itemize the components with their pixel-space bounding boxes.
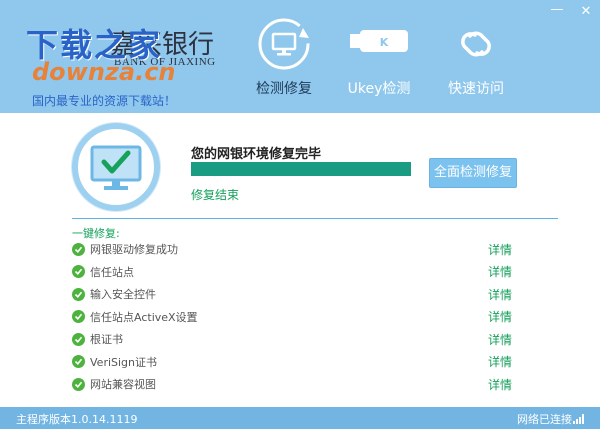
check-circle-icon <box>72 377 85 391</box>
list-item: VeriSign证书 详情 <box>72 351 542 374</box>
section-divider <box>72 218 558 219</box>
monitor-check-badge <box>72 123 160 211</box>
list-item: 网站兼容视图 详情 <box>72 373 542 396</box>
version-label: 主程序版本1.0.14.1119 <box>16 413 138 426</box>
tab-ukey-detect[interactable]: K Ukey检测 <box>335 0 423 113</box>
item-label: 信任站点 <box>90 265 134 279</box>
item-label: VeriSign证书 <box>90 355 158 369</box>
minimize-button[interactable]: — <box>548 2 566 18</box>
progress-bar <box>191 162 411 176</box>
details-link[interactable]: 详情 <box>488 353 512 370</box>
check-circle-icon <box>72 287 85 301</box>
details-link[interactable]: 详情 <box>488 263 512 280</box>
tab-quick-access[interactable]: 快速访问 <box>432 0 520 113</box>
item-label: 网银驱动修复成功 <box>90 243 178 257</box>
list-item: 根证书 详情 <box>72 328 542 351</box>
list-item: 输入安全控件 详情 <box>72 283 542 306</box>
repair-list: 网银驱动修复成功 详情 信任站点 详情 输入安全控件 详情 信任站点Active… <box>72 238 542 396</box>
check-circle-icon <box>72 332 85 346</box>
details-link[interactable]: 详情 <box>488 308 512 325</box>
watermark-domain: downza.cn <box>32 58 176 86</box>
header-bar: — ✕ 嘉兴银行 BANK OF JIAXING 下载之家 downza.cn … <box>0 0 600 113</box>
list-item: 网银驱动修复成功 详情 <box>72 238 542 261</box>
item-label: 信任站点ActiveX设置 <box>90 310 198 324</box>
details-link[interactable]: 详情 <box>488 376 512 393</box>
logo-area: 嘉兴银行 BANK OF JIAXING 下载之家 downza.cn 国内最专… <box>22 18 222 108</box>
check-circle-icon <box>72 310 85 324</box>
item-label: 网站兼容视图 <box>90 378 156 392</box>
status-panel: 您的网银环境修复完毕 修复结束 全面检测修复 <box>0 113 600 220</box>
monitor-refresh-icon <box>256 16 312 75</box>
tab-detect-repair[interactable]: 检测修复 <box>240 0 328 113</box>
details-link[interactable]: 详情 <box>488 241 512 258</box>
close-button[interactable]: ✕ <box>577 4 595 20</box>
tab-label: Ukey检测 <box>347 81 411 97</box>
status-subtitle: 修复结束 <box>191 188 240 202</box>
item-label: 输入安全控件 <box>90 288 156 302</box>
slogan: 国内最专业的资源下载站！ <box>32 94 177 108</box>
link-icon <box>448 16 504 75</box>
tab-label: 检测修复 <box>256 81 312 97</box>
details-link[interactable]: 详情 <box>488 331 512 348</box>
check-circle-icon <box>72 242 85 256</box>
monitor-check-icon <box>90 145 142 190</box>
check-circle-icon <box>72 355 85 369</box>
ukey-icon: K <box>344 16 414 75</box>
full-repair-button[interactable]: 全面检测修复 <box>429 158 517 188</box>
network-status: 网络已连接 <box>517 413 572 426</box>
tab-label: 快速访问 <box>448 81 504 97</box>
check-circle-icon <box>72 265 85 279</box>
item-label: 根证书 <box>90 333 123 347</box>
status-title: 您的网银环境修复完毕 <box>191 147 322 162</box>
status-bar: 主程序版本1.0.14.1119 网络已连接 <box>0 407 600 429</box>
progress-fill <box>191 162 411 176</box>
list-item: 信任站点ActiveX设置 详情 <box>72 306 542 329</box>
svg-text:K: K <box>380 36 389 49</box>
list-item: 信任站点 详情 <box>72 261 542 284</box>
details-link[interactable]: 详情 <box>488 286 512 303</box>
signal-bars-icon <box>573 413 585 427</box>
